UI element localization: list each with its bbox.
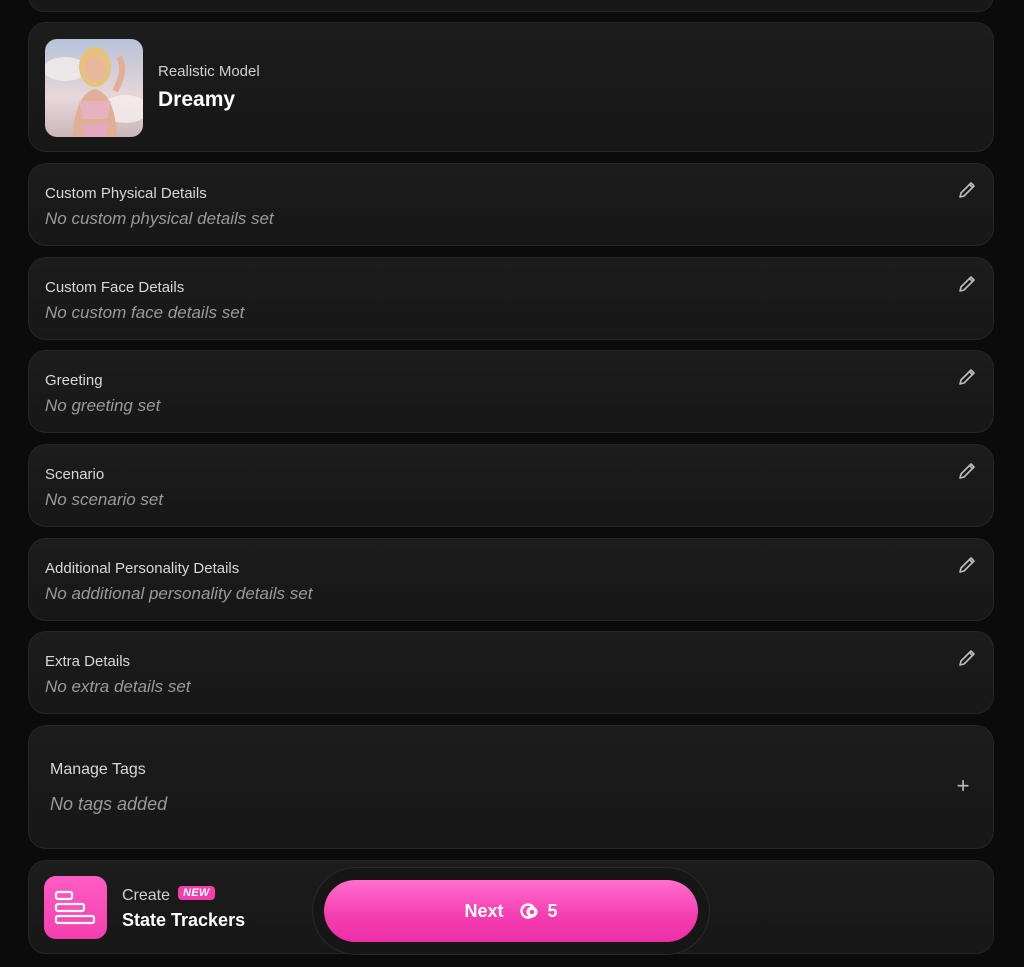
edit-pencil-icon[interactable] <box>957 648 977 668</box>
tags-label: Manage Tags <box>50 761 146 778</box>
tracker-title: State Trackers <box>122 910 246 930</box>
tags-value: No tags added <box>50 794 168 814</box>
edit-pencil-icon[interactable] <box>957 461 977 481</box>
detail-label: Additional Personality Details <box>45 560 240 577</box>
detail-card-greeting[interactable]: Greeting No greeting set <box>28 350 994 433</box>
tracker-bars-icon <box>44 876 107 939</box>
detail-label: Greeting <box>45 372 103 389</box>
model-thumbnail <box>45 39 143 137</box>
detail-card-face[interactable]: Custom Face Details No custom face detai… <box>28 257 994 340</box>
detail-label: Extra Details <box>45 653 131 670</box>
detail-value: No additional personality details set <box>45 584 313 603</box>
edit-pencil-icon[interactable] <box>957 367 977 387</box>
plus-icon[interactable]: + <box>955 775 971 797</box>
manage-tags-card[interactable]: Manage Tags No tags added + <box>28 725 994 849</box>
next-button-container: Next 5 <box>312 867 710 955</box>
detail-value: No scenario set <box>45 490 164 509</box>
edit-pencil-icon[interactable] <box>957 555 977 575</box>
detail-card-extra[interactable]: Extra Details No extra details set <box>28 631 994 714</box>
next-button[interactable]: Next 5 <box>324 880 698 942</box>
model-type-label: Realistic Model <box>158 63 260 80</box>
detail-card-personality[interactable]: Additional Personality Details No additi… <box>28 538 994 621</box>
previous-card <box>28 0 994 12</box>
detail-card-scenario[interactable]: Scenario No scenario set <box>28 444 994 527</box>
next-button-label: Next <box>464 900 504 921</box>
coin-icon <box>519 903 537 919</box>
detail-value: No custom face details set <box>45 303 245 322</box>
detail-label: Custom Physical Details <box>45 185 207 202</box>
new-badge: NEW <box>178 886 215 900</box>
detail-card-physical[interactable]: Custom Physical Details No custom physic… <box>28 163 994 246</box>
detail-value: No extra details set <box>45 677 191 696</box>
detail-label: Scenario <box>45 466 105 483</box>
detail-value: No custom physical details set <box>45 209 274 228</box>
edit-pencil-icon[interactable] <box>957 274 977 294</box>
detail-value: No greeting set <box>45 396 161 415</box>
edit-pencil-icon[interactable] <box>957 180 977 200</box>
model-name: Dreamy <box>158 88 236 111</box>
tracker-create-label: Create <box>122 887 171 904</box>
next-button-cost: 5 <box>547 900 558 921</box>
model-card[interactable]: Realistic Model Dreamy <box>28 22 994 152</box>
detail-label: Custom Face Details <box>45 279 185 296</box>
